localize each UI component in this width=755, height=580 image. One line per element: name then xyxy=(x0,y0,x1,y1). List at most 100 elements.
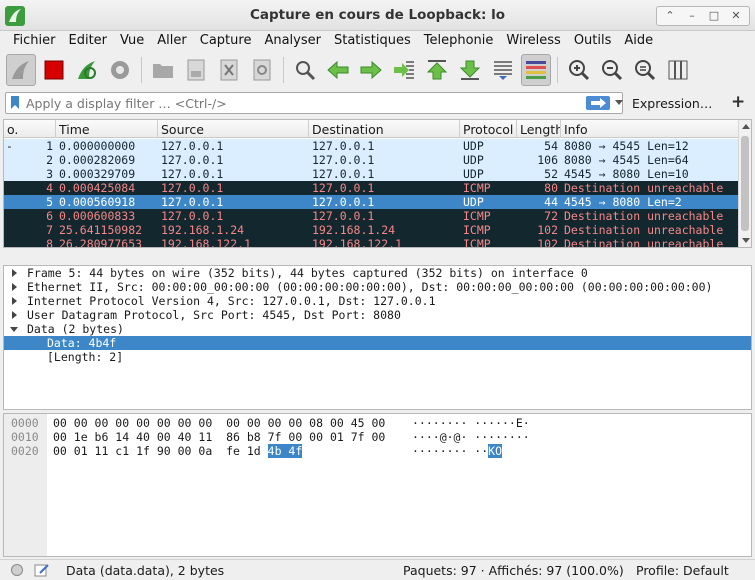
toolbar-separator xyxy=(141,57,142,83)
packet-row[interactable]: 5 0.000560918 127.0.0.1 127.0.0.1 UDP 44 4545 … xyxy=(4,195,739,209)
detail-tree-row[interactable]: Data (2 bytes) xyxy=(4,322,751,336)
close-file-icon[interactable] xyxy=(214,54,244,86)
save-file-icon[interactable] xyxy=(181,54,211,86)
bytes-offset: 0010 xyxy=(11,430,39,444)
close-window-button[interactable]: ✕ xyxy=(726,8,746,24)
packet-no-cell: 2 xyxy=(46,153,53,167)
find-packet-icon[interactable] xyxy=(290,54,320,86)
packet-source-cell: 192.168.1.24 xyxy=(161,223,245,237)
col-header-info[interactable]: Info xyxy=(561,120,739,138)
menu-aide[interactable]: Aide xyxy=(617,31,659,51)
scroll-down-icon[interactable] xyxy=(742,238,750,243)
restart-capture-icon[interactable] xyxy=(72,54,102,86)
autoscroll-icon[interactable] xyxy=(488,54,518,86)
go-first-icon[interactable] xyxy=(422,54,452,86)
open-file-icon[interactable] xyxy=(148,54,178,86)
detail-tree-row[interactable]: Internet Protocol Version 4, Src: 127.0.… xyxy=(4,294,751,308)
packet-row[interactable]: 3 0.000329709 127.0.0.1 127.0.0.1 UDP 52 4545 … xyxy=(4,167,739,181)
scroll-up-icon[interactable] xyxy=(742,124,750,129)
detail-tree-row[interactable]: Ethernet II, Src: 00:00:00_00:00:00 (00:… xyxy=(4,280,751,294)
col-header-time[interactable]: Time xyxy=(56,120,158,138)
status-profile[interactable]: Profile: Default xyxy=(636,563,729,578)
packet-row[interactable]: 7 25.641150982 192.168.1.24 192.168.1.24 ICM… xyxy=(4,223,739,237)
collapsed-arrow-icon[interactable] xyxy=(12,269,17,277)
bytes-offset: 0000 xyxy=(11,416,39,430)
collapsed-arrow-icon[interactable] xyxy=(12,283,17,291)
maximize-button[interactable]: □ xyxy=(704,8,724,24)
filter-history-dropdown-icon[interactable] xyxy=(615,100,623,105)
menu-outils[interactable]: Outils xyxy=(567,31,618,51)
packet-time-cell: 25.641150982 xyxy=(59,223,143,237)
menu-statistiques[interactable]: Statistiques xyxy=(327,31,417,51)
menu-vue[interactable]: Vue xyxy=(113,31,150,51)
add-filter-button[interactable]: + xyxy=(731,92,745,112)
packet-row[interactable]: 2 0.000282069 127.0.0.1 127.0.0.1 UDP 106 8080… xyxy=(4,153,739,167)
detail-tree-row[interactable]: [Length: 2] xyxy=(4,350,751,364)
resize-columns-icon[interactable] xyxy=(663,54,693,86)
packet-row[interactable]: -1 0.000000000 127.0.0.1 127.0.0.1 UDP 54 8080… xyxy=(4,139,739,153)
packet-source-cell: 127.0.0.1 xyxy=(161,209,224,223)
packet-destination-cell: 192.168.1.24 xyxy=(312,223,396,237)
packet-protocol-cell: UDP xyxy=(463,139,484,153)
col-header-source[interactable]: Source xyxy=(158,120,309,138)
capture-options-icon[interactable] xyxy=(105,54,135,86)
menu-editer[interactable]: Editer xyxy=(62,31,114,51)
colorize-icon[interactable] xyxy=(521,54,551,86)
reload-file-icon[interactable] xyxy=(247,54,277,86)
detail-tree-row[interactable]: User Datagram Protocol, Src Port: 4545, … xyxy=(4,308,751,322)
scroll-thumb[interactable] xyxy=(741,136,749,231)
detail-tree-row[interactable]: Data: 4b4f xyxy=(4,336,751,350)
expert-info-led-icon[interactable] xyxy=(11,564,23,576)
zoom-out-icon[interactable] xyxy=(597,54,627,86)
menu-fichier[interactable]: Fichier xyxy=(6,31,62,51)
go-forward-icon[interactable] xyxy=(356,54,386,86)
packet-row[interactable]: 6 0.000600833 127.0.0.1 127.0.0.1 ICMP 72 Dest… xyxy=(4,209,739,223)
collapsed-arrow-icon[interactable] xyxy=(12,297,17,305)
status-packet-count: Paquets: 97 · Affichés: 97 (100.0%) xyxy=(403,563,624,578)
packet-details-tree[interactable]: Frame 5: 44 bytes on wire (352 bits), 44… xyxy=(3,265,752,410)
menu-analyser[interactable]: Analyser xyxy=(257,31,327,51)
packet-info-cell: Destination unreachable xyxy=(564,209,724,223)
menu-aller[interactable]: Aller xyxy=(150,31,192,51)
go-last-icon[interactable] xyxy=(455,54,485,86)
packet-list[interactable]: o. Time Source Destination Protocol Leng… xyxy=(3,119,752,248)
packet-no-cell: 5 xyxy=(46,195,53,209)
packet-bytes-pane[interactable]: 0000 00 00 00 00 00 00 00 00 00 00 00 00 … xyxy=(3,413,752,557)
detail-tree-label: User Datagram Protocol, Src Port: 4545, … xyxy=(27,308,401,322)
col-header-length[interactable]: Length xyxy=(517,120,561,138)
apply-filter-arrow-icon[interactable] xyxy=(586,96,610,110)
menu-capture[interactable]: Capture xyxy=(193,31,258,51)
bytes-hex-highlight[interactable]: 4b 4f xyxy=(267,444,303,458)
go-to-packet-icon[interactable] xyxy=(389,54,419,86)
detail-tree-label: Data: 4b4f xyxy=(47,336,117,350)
packet-length-cell: 72 xyxy=(544,209,558,223)
menu-telephonie[interactable]: Telephonie xyxy=(417,31,500,51)
col-header-destination[interactable]: Destination xyxy=(309,120,460,138)
expression-button[interactable]: Expression… xyxy=(632,96,712,111)
packet-destination-cell: 127.0.0.1 xyxy=(312,167,375,181)
menu-bar: Fichier Editer Vue Aller Capture Analyse… xyxy=(0,31,755,51)
bookmark-icon[interactable] xyxy=(10,96,20,110)
window-shade-button[interactable]: ⌃ xyxy=(660,8,680,24)
packet-list-scrollbar[interactable] xyxy=(738,120,751,247)
packet-row[interactable]: 4 0.000425084 127.0.0.1 127.0.0.1 ICMP 80 Dest… xyxy=(4,181,739,195)
zoom-in-icon[interactable] xyxy=(564,54,594,86)
display-filter-input[interactable] xyxy=(26,93,576,113)
menu-wireless[interactable]: Wireless xyxy=(499,31,566,51)
toolbar-separator xyxy=(283,57,284,83)
minimize-button[interactable]: – xyxy=(682,8,702,24)
stop-capture-icon[interactable] xyxy=(39,54,69,86)
expanded-arrow-icon[interactable] xyxy=(10,327,18,332)
go-back-icon[interactable] xyxy=(323,54,353,86)
shark-fin-icon[interactable] xyxy=(6,54,36,86)
detail-tree-row[interactable]: Frame 5: 44 bytes on wire (352 bits), 44… xyxy=(4,266,751,280)
edit-comment-icon[interactable] xyxy=(34,563,50,577)
packet-row[interactable]: 8 26.280977653 192.168.122.1 192.168.122.1 I… xyxy=(4,237,739,247)
zoom-normal-icon[interactable] xyxy=(630,54,660,86)
col-header-protocol[interactable]: Protocol xyxy=(460,120,517,138)
display-filter-bar xyxy=(5,92,623,114)
collapsed-arrow-icon[interactable] xyxy=(12,311,17,319)
col-header-no[interactable]: o. xyxy=(4,120,56,138)
packet-time-cell: 0.000560918 xyxy=(59,195,136,209)
bytes-ascii-highlight[interactable]: KO xyxy=(488,444,503,458)
